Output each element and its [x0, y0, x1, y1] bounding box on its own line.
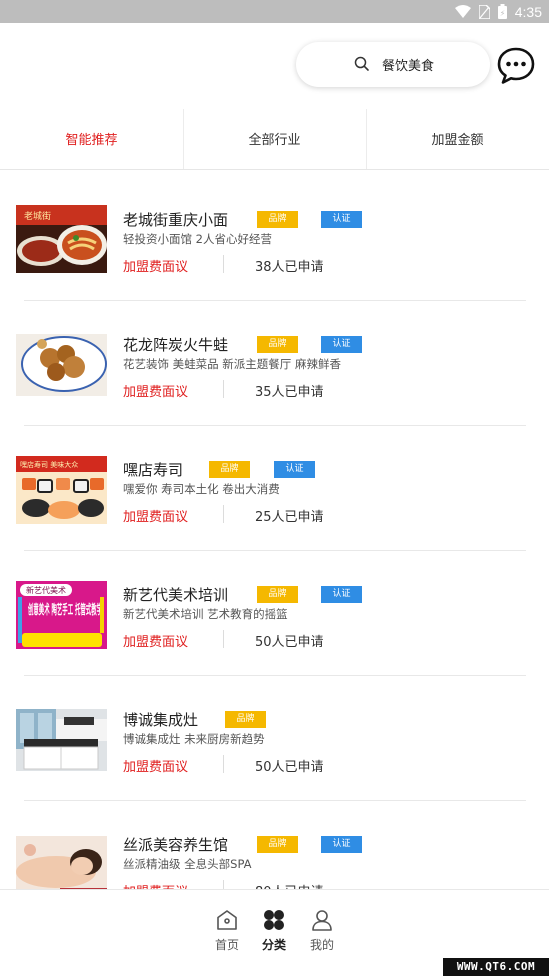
separator	[223, 880, 224, 889]
franchise-fee: 加盟费面议	[123, 760, 189, 775]
status-time: 4:35	[514, 3, 542, 20]
item-title: 丝派美容养生馆	[123, 836, 229, 854]
thumbnail-image	[16, 709, 107, 777]
brand-badge: 品牌	[257, 586, 298, 603]
certified-badge: 认证	[321, 211, 362, 228]
separator	[223, 505, 224, 523]
search-query: 餐饮美食	[382, 59, 435, 74]
nav-profile[interactable]: 我的	[302, 908, 342, 953]
thumbnail-image	[16, 334, 107, 402]
brand-badge: 品牌	[257, 836, 298, 853]
thumbnail-image	[16, 836, 107, 889]
application-count: 50人已申请	[255, 635, 324, 650]
tab-all-industries[interactable]: 全部行业	[183, 108, 366, 169]
certified-badge: 认证	[321, 836, 362, 853]
svg-text:⚡: ⚡	[499, 9, 505, 18]
thumbnail-brand: 新艺代美术	[26, 585, 66, 595]
item-title: 花龙阵炭火牛蛙	[123, 336, 229, 354]
filter-tabs: 智能推荐 全部行业 加盟金额	[0, 108, 549, 170]
list-item[interactable]: 新艺代美术 创意美术 陶艺手工 托管式教学 新艺代美术培训 品牌 认证 新艺代美…	[0, 546, 549, 676]
search-box[interactable]: 餐饮美食	[296, 42, 490, 87]
home-icon	[217, 910, 237, 930]
nav-profile-label: 我的	[309, 938, 334, 952]
application-count: 80人已申请	[255, 881, 324, 889]
franchise-fee: 加盟费面议	[123, 510, 189, 525]
certified-badge: 认证	[321, 586, 362, 603]
item-title: 老城街重庆小面	[123, 211, 229, 229]
thumbnail-image: 老城街	[16, 205, 107, 273]
wifi-icon	[454, 5, 471, 18]
nav-category[interactable]: 分类	[254, 908, 294, 953]
separator	[223, 380, 224, 398]
nav-home-label: 首页	[214, 938, 239, 952]
certified-badge: 认证	[274, 461, 315, 478]
brand-badge: 品牌	[257, 336, 298, 353]
message-icon[interactable]	[497, 47, 535, 85]
category-icon	[264, 910, 284, 930]
franchise-fee: 加盟费面议	[123, 385, 189, 400]
certified-badge: 认证	[321, 336, 362, 353]
status-bar: ⚡ 4:35	[0, 0, 549, 23]
tab-recommended[interactable]: 智能推荐	[0, 108, 183, 169]
franchise-list: 老城街 老城街重庆小面 品牌 认证 轻投资小面馆 2人省心好经营 加盟费面议 3…	[0, 171, 549, 889]
list-item[interactable]: 老城街 老城街重庆小面 品牌 认证 轻投资小面馆 2人省心好经营 加盟费面议 3…	[0, 171, 549, 301]
brand-badge: 品牌	[257, 211, 298, 228]
franchise-fee: 加盟费面议	[123, 881, 188, 889]
application-count: 38人已申请	[255, 260, 324, 275]
battery-icon: ⚡	[497, 4, 507, 19]
item-description: 花艺装饰 美蛙菜品 新派主题餐厅 麻辣鲜香	[123, 357, 341, 371]
list-item[interactable]: 博诚集成灶 品牌 博诚集成灶 未来厨房新趋势 加盟费面议 50人已申请	[0, 671, 549, 801]
watermark: WWW.QT6.COM	[443, 958, 549, 976]
separator	[223, 255, 224, 273]
item-description: 新艺代美术培训 艺术教育的摇篮	[123, 607, 288, 621]
bottom-navigation: 首页 分类 我的	[0, 889, 549, 960]
separator	[223, 630, 224, 648]
separator	[223, 755, 224, 773]
thumbnail-text: 嘿店寿司 美味大众	[20, 460, 78, 469]
thumbnail-text: 创意美术 陶艺手工 托管式教学	[28, 602, 102, 618]
application-count: 50人已申请	[255, 760, 324, 775]
franchise-fee: 加盟费面议	[123, 635, 189, 650]
item-description: 嘿爱你 寿司本土化 卷出大消费	[123, 482, 280, 496]
thumbnail-image: 嘿店寿司 美味大众	[16, 456, 107, 524]
thumbnail-image: 新艺代美术 创意美术 陶艺手工 托管式教学	[16, 581, 107, 649]
franchise-fee: 加盟费面议	[123, 260, 189, 275]
brand-badge: 品牌	[225, 711, 266, 728]
application-count: 35人已申请	[255, 385, 324, 400]
profile-icon	[312, 910, 332, 931]
brand-badge: 品牌	[209, 461, 250, 478]
nav-home[interactable]: 首页	[207, 908, 247, 953]
application-count: 25人已申请	[255, 510, 324, 525]
item-title: 嘿店寿司	[123, 461, 184, 479]
tab-franchise-amount[interactable]: 加盟金额	[366, 108, 549, 169]
nav-category-label: 分类	[261, 938, 286, 952]
search-icon	[354, 56, 369, 71]
list-item[interactable]: 花龙阵炭火牛蛙 品牌 认证 花艺装饰 美蛙菜品 新派主题餐厅 麻辣鲜香 加盟费面…	[0, 296, 549, 426]
item-description: 博诚集成灶 未来厨房新趋势	[123, 732, 265, 746]
item-title: 博诚集成灶	[123, 711, 199, 729]
item-description: 丝派精油级 全息头部SPA	[123, 857, 252, 871]
list-item[interactable]: 丝派美容养生馆 品牌 认证 丝派精油级 全息头部SPA 加盟费面议 80人已申请	[0, 796, 549, 889]
item-description: 轻投资小面馆 2人省心好经营	[123, 232, 272, 246]
thumbnail-text: 老城街	[24, 210, 51, 222]
item-title: 新艺代美术培训	[123, 586, 229, 604]
no-sim-icon	[478, 4, 490, 19]
list-item[interactable]: 嘿店寿司 美味大众 嘿店寿司 品牌 认证 嘿爱你 寿司本土化 卷出大消费 加盟费…	[0, 421, 549, 551]
